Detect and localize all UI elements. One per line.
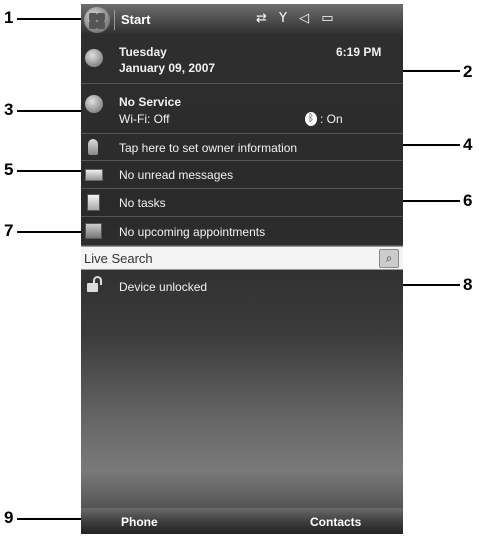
callout-2: 2: [463, 62, 473, 81]
callout-7: 7: [4, 221, 14, 240]
clock-icon: [85, 49, 103, 67]
callout-3-line: [17, 110, 81, 112]
title-bar: Start ⇄ Y ◁ ▭: [81, 4, 403, 36]
tasks-item[interactable]: No tasks: [81, 189, 403, 217]
envelope-icon: [85, 169, 103, 181]
owner-icon: [88, 139, 98, 155]
callout-9: 9: [4, 508, 14, 527]
messages-text: No unread messages: [119, 168, 234, 182]
callout-6: 6: [463, 191, 473, 210]
phone-softkey[interactable]: Phone: [121, 515, 158, 529]
padlock-shackle: [93, 276, 102, 285]
full-date: January 09, 2007: [119, 61, 216, 75]
appointments-text: No upcoming appointments: [119, 225, 266, 239]
start-label[interactable]: Start: [121, 12, 151, 27]
callout-5-line: [17, 170, 81, 172]
callout-1: 1: [4, 8, 14, 27]
callout-3: 3: [4, 100, 14, 119]
windows-start-icon[interactable]: [84, 7, 110, 33]
contacts-softkey[interactable]: Contacts: [310, 515, 361, 529]
owner-text: Tap here to set owner information: [119, 141, 298, 155]
bluetooth-icon: ᛒ: [305, 112, 317, 126]
title-separator: [114, 10, 115, 30]
lock-text: Device unlocked: [119, 280, 208, 294]
soft-key-bar: Phone Contacts: [81, 508, 403, 534]
clipboard-icon: [87, 194, 100, 211]
callout-1-line: [17, 18, 81, 20]
calendar-icon: [85, 223, 102, 239]
appointments-item[interactable]: No upcoming appointments: [81, 217, 403, 246]
callout-4: 4: [463, 135, 473, 154]
live-search-bar: ⌕: [81, 246, 403, 270]
date-time-item[interactable]: Tuesday January 09, 2007 6:19 PM: [81, 36, 403, 84]
today-screen: Start ⇄ Y ◁ ▭ Tuesday January 09, 2007 6…: [81, 4, 403, 534]
service-status: No Service: [119, 95, 182, 109]
messages-item[interactable]: No unread messages: [81, 161, 403, 189]
callout-8: 8: [463, 275, 473, 294]
callout-5: 5: [4, 160, 14, 179]
owner-info-item[interactable]: Tap here to set owner information: [81, 134, 403, 161]
connectivity-item[interactable]: No Service Wi-Fi: Off ᛒ : On: [81, 84, 403, 134]
bluetooth-status: : On: [320, 112, 343, 126]
tasks-text: No tasks: [119, 196, 166, 210]
wireless-icon: [85, 95, 103, 113]
callout-7-line: [17, 231, 81, 233]
callout-4-line: [403, 144, 460, 146]
weekday: Tuesday: [119, 45, 167, 59]
callout-8-line: [403, 284, 460, 286]
status-icons[interactable]: ⇄ Y ◁ ▭: [256, 11, 338, 26]
callout-9-line: [17, 518, 81, 520]
search-icon[interactable]: ⌕: [379, 249, 399, 268]
wifi-status: Wi-Fi: Off: [119, 112, 170, 126]
callout-6-line: [403, 200, 460, 202]
device-lock-item[interactable]: Device unlocked: [81, 272, 403, 302]
time: 6:19 PM: [336, 45, 382, 59]
search-input[interactable]: [84, 249, 374, 268]
callout-2-line: [403, 70, 460, 72]
